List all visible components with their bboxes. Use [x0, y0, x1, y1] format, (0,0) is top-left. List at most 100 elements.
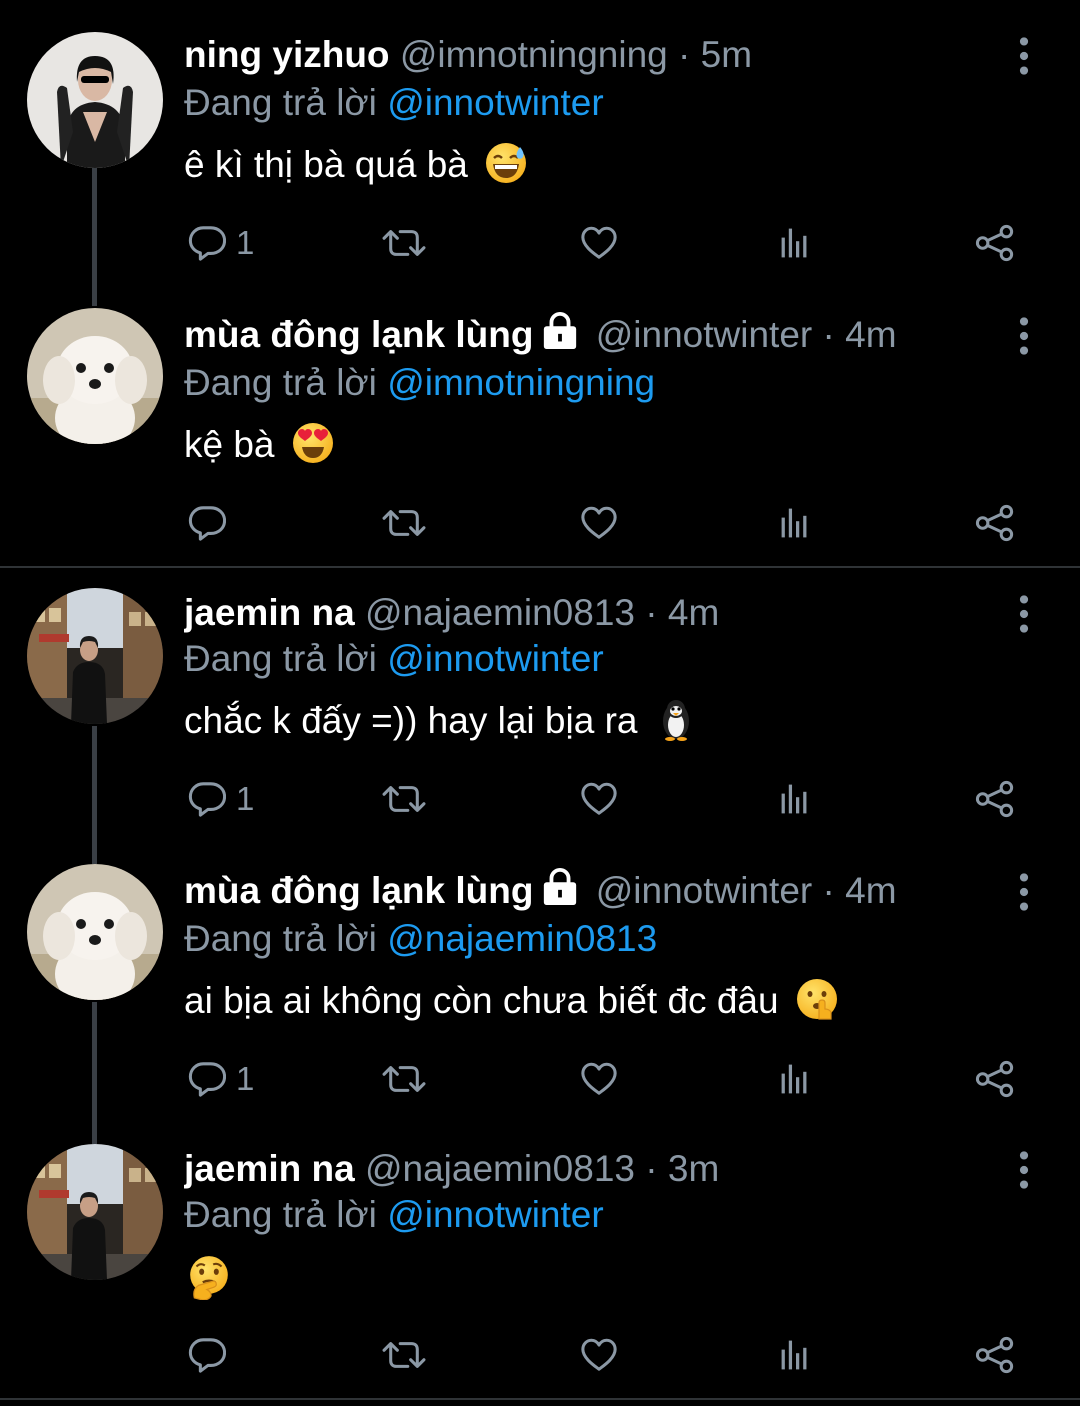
- share-button[interactable]: [974, 498, 1016, 548]
- reply-button[interactable]: 1: [188, 774, 254, 824]
- username[interactable]: @najaemin0813: [365, 592, 635, 633]
- tweet[interactable]: jaemin na @najaemin0813 · 4m Đang trả lờ…: [0, 588, 1080, 848]
- separator: ·: [645, 1148, 658, 1189]
- tweet-text: [180, 1254, 232, 1313]
- reply-count: 1: [236, 224, 255, 261]
- timestamp[interactable]: 5m: [701, 34, 752, 75]
- display-name[interactable]: mùa đông lạnk lùng: [184, 314, 533, 355]
- retweet-icon: [382, 1336, 426, 1374]
- replying-prefix: Đang trả lời: [184, 1194, 388, 1235]
- tweet[interactable]: ning yizhuo @imnotningning · 5m Đang trả…: [0, 30, 1080, 300]
- username[interactable]: @imnotningning: [400, 34, 668, 75]
- tweet-text: ê kì thị bà quá bà: [184, 140, 528, 198]
- reply-button[interactable]: [188, 1330, 236, 1380]
- like-button[interactable]: [580, 218, 618, 268]
- tweet-header: jaemin na @najaemin0813 · 3m: [184, 1144, 970, 1194]
- username[interactable]: @innotwinter: [596, 314, 813, 355]
- replying-prefix: Đang trả lời: [184, 918, 388, 959]
- tweet[interactable]: mùa đông lạnk lùng @innotwinter · 4m Đan…: [0, 310, 1080, 560]
- like-button[interactable]: [580, 498, 618, 548]
- heart-icon: [580, 1336, 618, 1374]
- tweet-text: kệ bà: [184, 420, 335, 478]
- views-button[interactable]: [778, 498, 814, 548]
- like-button[interactable]: [580, 1330, 618, 1380]
- avatar[interactable]: [27, 864, 163, 1000]
- reply-icon: [188, 780, 226, 818]
- avatar[interactable]: [27, 308, 163, 444]
- share-button[interactable]: [974, 1054, 1016, 1104]
- stats-icon: [778, 224, 814, 262]
- views-button[interactable]: [778, 774, 814, 824]
- share-button[interactable]: [974, 218, 1016, 268]
- avatar[interactable]: [27, 1144, 163, 1280]
- reply-button[interactable]: 1: [188, 218, 254, 268]
- mention-link[interactable]: @innotwinter: [387, 1194, 604, 1235]
- share-button[interactable]: [974, 774, 1016, 824]
- mention-link[interactable]: @imnotningning: [387, 362, 655, 403]
- replying-to: Đang trả lời @imnotningning: [184, 360, 655, 406]
- reply-icon: [188, 224, 226, 262]
- replying-prefix: Đang trả lời: [184, 362, 388, 403]
- username[interactable]: @najaemin0813: [365, 1148, 635, 1189]
- tweet[interactable]: jaemin na @najaemin0813 · 3m Đang trả lờ…: [0, 1144, 1080, 1394]
- replying-prefix: Đang trả lời: [184, 82, 388, 123]
- more-options-icon[interactable]: [1004, 592, 1044, 636]
- tweet-header: jaemin na @najaemin0813 · 4m: [184, 588, 970, 638]
- timestamp[interactable]: 4m: [845, 314, 896, 355]
- mention-link[interactable]: @innotwinter: [387, 82, 604, 123]
- timestamp[interactable]: 4m: [845, 870, 896, 911]
- mention-link[interactable]: @najaemin0813: [387, 918, 657, 959]
- tweet-text: chắc k đấy =)) hay lại bịa ra: [184, 696, 698, 754]
- views-button[interactable]: [778, 218, 814, 268]
- retweet-icon: [382, 780, 426, 818]
- more-options-icon[interactable]: [1004, 314, 1044, 358]
- mention-link[interactable]: @innotwinter: [387, 638, 604, 679]
- reply-button[interactable]: 1: [188, 1054, 254, 1104]
- heart-eyes-emoji: [291, 421, 335, 478]
- tweet-header: ning yizhuo @imnotningning · 5m: [184, 30, 970, 80]
- lock-icon: [541, 868, 579, 916]
- reply-count: 1: [236, 780, 255, 817]
- display-name[interactable]: jaemin na: [184, 592, 355, 633]
- more-options-icon[interactable]: [1004, 1148, 1044, 1192]
- share-button[interactable]: [974, 1330, 1016, 1380]
- retweet-button[interactable]: [382, 774, 426, 824]
- more-options-icon[interactable]: [1004, 870, 1044, 914]
- views-button[interactable]: [778, 1054, 814, 1104]
- tweet-text-content: chắc k đấy =)) hay lại bịa ra: [184, 700, 638, 741]
- thread-divider: [0, 566, 1080, 568]
- like-button[interactable]: [580, 1054, 618, 1104]
- action-bar: [184, 1330, 1034, 1380]
- like-button[interactable]: [580, 774, 618, 824]
- separator: ·: [822, 314, 835, 355]
- reply-button[interactable]: [188, 498, 236, 548]
- retweet-icon: [382, 1060, 426, 1098]
- avatar[interactable]: [27, 32, 163, 168]
- display-name[interactable]: ning yizhuo: [184, 34, 390, 75]
- reply-count: 1: [236, 1060, 255, 1097]
- retweet-icon: [382, 504, 426, 542]
- tweet-text-content: kệ bà: [184, 424, 275, 465]
- avatar[interactable]: [27, 588, 163, 724]
- action-bar: 1: [184, 1054, 1034, 1104]
- timestamp[interactable]: 4m: [668, 592, 719, 633]
- retweet-button[interactable]: [382, 498, 426, 548]
- username[interactable]: @innotwinter: [596, 870, 813, 911]
- tweet-text-content: ê kì thị bà quá bà: [184, 144, 468, 185]
- tweet[interactable]: mùa đông lạnk lùng @innotwinter · 4m Đan…: [0, 866, 1080, 1126]
- timestamp[interactable]: 3m: [668, 1148, 719, 1189]
- stats-icon: [778, 504, 814, 542]
- tweet-header: mùa đông lạnk lùng @innotwinter · 4m: [184, 310, 970, 360]
- separator: ·: [822, 870, 835, 911]
- replying-to: Đang trả lời @innotwinter: [184, 80, 604, 126]
- thinking-face-emoji: [186, 1254, 232, 1313]
- retweet-button[interactable]: [382, 218, 426, 268]
- retweet-button[interactable]: [382, 1054, 426, 1104]
- reply-icon: [188, 504, 226, 542]
- separator: ·: [678, 34, 691, 75]
- more-options-icon[interactable]: [1004, 34, 1044, 78]
- retweet-button[interactable]: [382, 1330, 426, 1380]
- display-name[interactable]: jaemin na: [184, 1148, 355, 1189]
- views-button[interactable]: [778, 1330, 814, 1380]
- display-name[interactable]: mùa đông lạnk lùng: [184, 870, 533, 911]
